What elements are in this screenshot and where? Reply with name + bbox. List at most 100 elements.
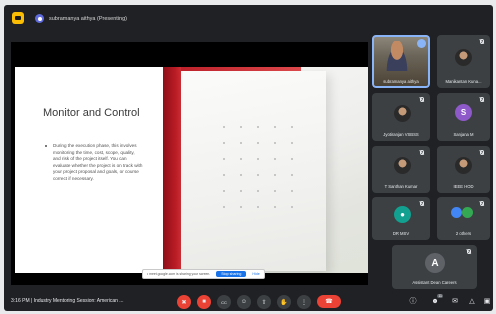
share-banner-text: • meet.google.com is sharing your screen… <box>147 272 211 276</box>
calendar-dot <box>240 126 242 128</box>
present-icon: ⇧ <box>261 299 267 306</box>
calendar-dot <box>240 190 242 192</box>
captions-icon: CC <box>221 299 227 305</box>
avatar <box>394 157 411 174</box>
activities-button[interactable]: △ <box>467 296 477 306</box>
participant-name: T Santhan Kumar <box>384 184 418 189</box>
calendar-dot <box>291 126 293 128</box>
participant-name: DR MSV <box>392 231 410 236</box>
calendar-page <box>181 71 326 271</box>
top-bar: subramanya aithya (Presenting) <box>4 5 493 31</box>
person-icon: ● <box>394 206 411 223</box>
participant-tile[interactable]: ● DR MSV <box>372 197 430 240</box>
more-icon: ⋮ <box>301 299 307 306</box>
calendar-dot <box>274 174 276 176</box>
mic-off-button[interactable]: ✖ <box>177 295 191 309</box>
calendar-back <box>163 67 183 273</box>
participant-name: Jyotiranjan VSBSS <box>383 132 419 137</box>
muted-mic-icon <box>420 150 424 155</box>
calendar-dot <box>257 126 259 128</box>
avatar <box>394 105 411 122</box>
stop-sharing-button[interactable]: Stop sharing <box>216 271 247 277</box>
calendar-dot <box>291 174 293 176</box>
presenting-icon <box>417 39 426 48</box>
presenter-label: subramanya aithya (Presenting) <box>49 15 127 22</box>
meet-window: subramanya aithya (Presenting) Monitor a… <box>4 5 493 311</box>
participant-tile[interactable]: Manikantan Kuna... <box>437 35 490 88</box>
participant-name: subramanya aithya <box>383 79 419 84</box>
participant-name: IEEE HOD <box>453 184 474 189</box>
calendar-dot <box>257 206 259 208</box>
chat-button[interactable]: ✉ <box>450 296 460 306</box>
presenter-indicator[interactable]: subramanya aithya (Presenting) <box>32 12 135 25</box>
muted-mic-icon <box>420 201 424 206</box>
calendar-dot <box>223 126 225 128</box>
calendar-dot <box>223 158 225 160</box>
calendar-dot <box>274 190 276 192</box>
presenter-avatar-icon <box>35 14 44 23</box>
group-avatar-icon <box>451 207 462 218</box>
emoji-icon: ☺ <box>240 299 248 305</box>
slide-body: During the execution phase, this involve… <box>43 143 143 183</box>
calendar-dot <box>223 206 225 208</box>
participant-name: Sanjana M <box>453 132 474 137</box>
calendar-dot <box>223 142 225 144</box>
meet-app-icon[interactable] <box>12 12 24 24</box>
hand-icon: ✋ <box>280 299 288 306</box>
calendar-dot <box>291 158 293 160</box>
leave-call-button[interactable]: ☎ <box>317 295 341 308</box>
calendar-dot <box>291 190 293 192</box>
avatar: A <box>425 253 445 273</box>
bottom-control-bar: 3:16 PM | Industry Mentoring Session: Am… <box>4 292 493 311</box>
activities-icon: △ <box>469 298 475 305</box>
participant-tile[interactable]: T Santhan Kumar <box>372 146 430 193</box>
raise-hand-button[interactable]: ✋ <box>277 295 291 309</box>
calendar-dot <box>240 206 242 208</box>
calendar-dot <box>274 126 276 128</box>
phone-icon: ☎ <box>325 299 333 305</box>
participant-name: Manikantan Kuna... <box>445 79 482 84</box>
host-controls-button[interactable]: ▣ <box>482 296 492 306</box>
participant-name: 2 others <box>455 231 472 236</box>
hide-banner-button[interactable]: Hide <box>252 272 259 276</box>
calendar-dot <box>274 206 276 208</box>
group-avatar-icon <box>462 207 473 218</box>
slide-body-text: During the execution phase, this involve… <box>53 143 143 181</box>
camera-off-button[interactable]: ■ <box>197 295 211 309</box>
participant-tile[interactable]: Jyotiranjan VSBSS <box>372 93 430 141</box>
emoji-button[interactable]: ☺ <box>237 295 251 309</box>
chat-icon: ✉ <box>452 298 458 305</box>
meeting-details-button[interactable]: ⓘ <box>408 296 418 306</box>
presentation-stage: Monitor and Control During the execution… <box>11 42 368 285</box>
muted-mic-icon <box>480 150 484 155</box>
calendar-dot <box>223 190 225 192</box>
presentation-slide: Monitor and Control During the execution… <box>15 67 368 273</box>
calendar-dot <box>240 158 242 160</box>
bullet-icon <box>45 145 47 147</box>
slide-title: Monitor and Control <box>43 107 140 119</box>
participant-tile-others[interactable]: 2 others <box>437 197 490 240</box>
participant-tile[interactable]: IEEE HOD <box>437 146 490 193</box>
camera-off-icon: ■ <box>202 299 206 305</box>
captions-button[interactable]: CC <box>217 295 231 309</box>
more-options-button[interactable]: ⋮ <box>297 295 311 309</box>
participant-tile[interactable]: S Sanjana M <box>437 93 490 141</box>
participant-tile[interactable]: A Assistant Dean Careers <box>392 245 477 289</box>
info-icon: ⓘ <box>409 298 417 305</box>
people-button[interactable]: ☻ 11 <box>430 294 443 306</box>
calendar-photo <box>163 67 368 273</box>
avatar: S <box>455 104 472 121</box>
muted-mic-icon <box>420 97 424 102</box>
muted-mic-icon <box>480 97 484 102</box>
meeting-clock-and-title: 3:16 PM | Industry Mentoring Session: Am… <box>11 298 124 304</box>
calendar-dot <box>291 206 293 208</box>
present-button[interactable]: ⇧ <box>257 295 271 309</box>
screen-share-banner: • meet.google.com is sharing your screen… <box>142 269 265 279</box>
calendar-dot <box>240 174 242 176</box>
calendar-dot <box>223 174 225 176</box>
participant-tile-presenter[interactable]: subramanya aithya <box>372 35 430 88</box>
muted-mic-icon <box>467 249 471 254</box>
calendar-dot <box>257 142 259 144</box>
muted-mic-icon <box>480 39 484 44</box>
avatar <box>455 157 472 174</box>
